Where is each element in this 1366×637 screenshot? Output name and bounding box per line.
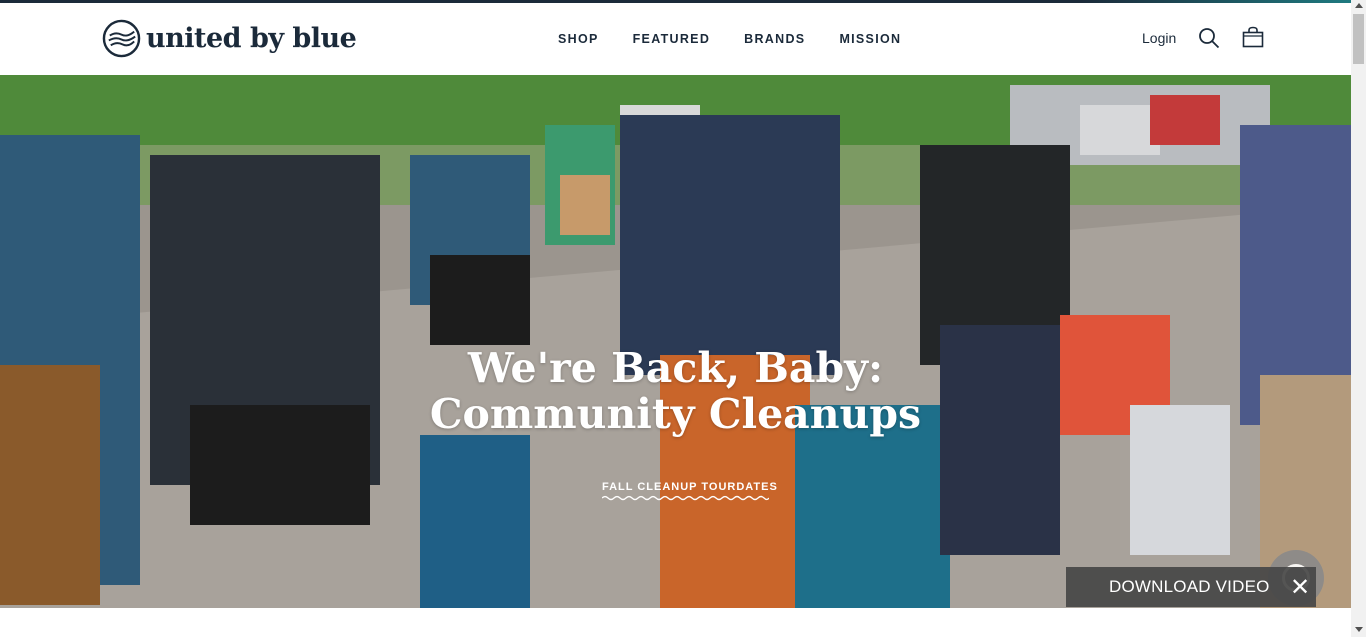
main-nav: SHOP FEATURED BRANDS MISSION — [558, 32, 901, 46]
nav-item-mission[interactable]: MISSION — [839, 32, 901, 46]
scroll-up-arrow-icon[interactable] — [1355, 3, 1363, 8]
hero-photo — [0, 75, 1351, 608]
hero-title: We're Back, Baby: Community Cleanups — [0, 345, 1351, 437]
close-icon[interactable]: ✕ — [1286, 574, 1314, 602]
hero-title-line2: Community Cleanups — [429, 390, 922, 438]
hero-banner: We're Back, Baby: Community Cleanups FAL… — [0, 75, 1351, 608]
brand-logo-link[interactable]: united by blue — [102, 18, 357, 58]
download-video-label: DOWNLOAD VIDEO — [1109, 577, 1270, 596]
hero-title-line1: We're Back, Baby: — [467, 344, 884, 392]
wave-underline-icon — [602, 495, 769, 501]
nav-item-featured[interactable]: FEATURED — [633, 32, 711, 46]
wave-circle-logo-icon — [102, 19, 141, 57]
shopping-bag-icon[interactable] — [1242, 26, 1264, 48]
brand-name: united by blue — [146, 22, 357, 54]
hero-cta-link[interactable]: FALL CLEANUP TOURDATES — [602, 481, 778, 493]
site-header: united by blue SHOP FEATURED BRANDS MISS… — [0, 3, 1351, 75]
page-scrollbar[interactable] — [1351, 0, 1366, 637]
download-video-bar[interactable]: DOWNLOAD VIDEO — [1066, 567, 1316, 607]
nav-item-shop[interactable]: SHOP — [558, 32, 599, 46]
nav-item-brands[interactable]: BRANDS — [744, 32, 805, 46]
scroll-thumb[interactable] — [1353, 14, 1364, 64]
scroll-down-arrow-icon[interactable] — [1355, 627, 1363, 632]
search-icon[interactable] — [1198, 27, 1220, 49]
login-link[interactable]: Login — [1142, 30, 1176, 46]
